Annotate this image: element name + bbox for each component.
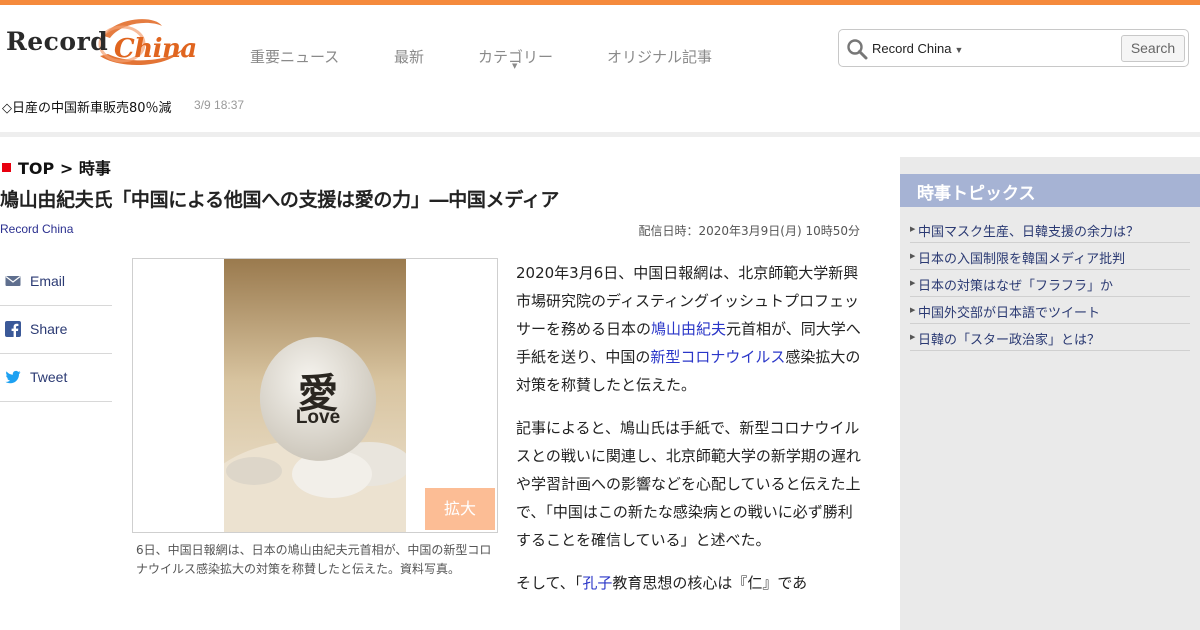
bullet-arrow-icon: ▶: [910, 333, 916, 341]
topic-item[interactable]: ▶ 中国外交部が日本語でツイート: [910, 298, 1190, 324]
header-divider: [0, 132, 1200, 137]
breadcrumb-top[interactable]: TOP: [18, 159, 54, 178]
ticker-headline[interactable]: ◇日産の中国新車販売80％減: [2, 97, 172, 116]
article-paragraph: 2020年3月6日、中国日報網は、北京師範大学新興市場研究院のディスティングイッ…: [516, 259, 862, 399]
share-panel: Email Share Tweet: [0, 258, 112, 402]
article-title: 鳩山由紀夫氏「中国による他国への支援は愛の力」―中国メディア: [0, 189, 560, 211]
sidebar: 時事トピックス ▶ 中国マスク生産、日韓支援の余力は？ ▶ 日本の入国制限を韓国メデ…: [900, 157, 1200, 630]
article-body: 2020年3月6日、中国日報網は、北京師範大学新興市場研究院のディスティングイッ…: [516, 259, 862, 612]
breadcrumb-separator: >: [59, 159, 74, 178]
article-paragraph: 記事によると、鳩山氏は手紙で、新型コロナウイルスとの戦いに関連し、北京師範大学の…: [516, 419, 861, 549]
topic-label: 中国外交部が日本語でツイート: [918, 306, 1101, 321]
share-facebook-label: Share: [30, 321, 68, 337]
link-coronavirus[interactable]: 新型コロナウイルス: [650, 348, 785, 366]
nav-latest[interactable]: 最新: [394, 46, 424, 67]
article-paragraph: そして、「孔子教育思想の核心は『仁』であ: [516, 569, 862, 597]
bullet-arrow-icon: ▶: [910, 306, 916, 314]
article-source-link[interactable]: Record China: [0, 222, 73, 236]
search-scope-label: Record China: [872, 41, 952, 56]
share-twitter-label: Tweet: [30, 369, 68, 385]
mail-icon: [5, 276, 21, 286]
bullet-arrow-icon: ▶: [910, 225, 916, 233]
topic-list: ▶ 中国マスク生産、日韓支援の余力は？ ▶ 日本の入国制限を韓国メディア批判 ▶ 日本…: [910, 217, 1190, 352]
topic-label: 日本の対策はなぜ「フラフラ」か: [918, 279, 1114, 294]
search-icon: [847, 39, 868, 60]
search-button[interactable]: Search: [1121, 35, 1185, 62]
logo-swoosh-icon: [98, 19, 186, 66]
ticker-time: 3/9 18:37: [194, 98, 245, 112]
nav-important-news[interactable]: 重要ニュース: [250, 46, 339, 67]
bullet-arrow-icon: ▶: [910, 252, 916, 260]
topic-item[interactable]: ▶ 日本の対策はなぜ「フラフラ」か: [910, 271, 1190, 297]
search-scope-select[interactable]: Record China ▼: [872, 41, 963, 56]
sidebar-header: 時事トピックス: [900, 174, 1200, 207]
enlarge-button[interactable]: 拡大: [425, 488, 495, 530]
square-marker-icon: [2, 163, 11, 172]
paragraph-text: そして、「: [516, 574, 583, 592]
caret-down-icon: ▼: [954, 45, 964, 55]
breadcrumb: TOP > 時事: [2, 155, 111, 179]
topic-item[interactable]: ▶ 日本の入国制限を韓国メディア批判: [910, 244, 1190, 270]
chevron-down-icon: ▼: [512, 62, 518, 70]
top-accent-bar: [0, 0, 1200, 5]
topic-item[interactable]: ▶ 中国マスク生産、日韓支援の余力は？: [910, 217, 1190, 243]
topic-label: 日本の入国制限を韓国メディア批判: [918, 252, 1126, 267]
topic-label: 日韓の「スター政治家」とは？: [918, 333, 1101, 348]
topic-item[interactable]: ▶ 日韓の「スター政治家」とは？: [910, 325, 1190, 351]
facebook-icon: [5, 321, 21, 337]
bullet-arrow-icon: ▶: [910, 279, 916, 287]
article-published-date: 配信日時：2020年3月9日(月) 10時50分: [638, 224, 860, 238]
nav-original-articles[interactable]: オリジナル記事: [607, 46, 712, 67]
topic-label: 中国マスク生産、日韓支援の余力は？: [918, 225, 1140, 240]
link-confucius[interactable]: 孔子: [582, 574, 612, 592]
site-logo[interactable]: [4, 14, 188, 72]
love-stone-image: 愛 Love: [224, 259, 406, 532]
link-hatoyama[interactable]: 鳩山由紀夫: [651, 320, 726, 338]
share-email-button[interactable]: Email: [0, 258, 112, 306]
paragraph-text: 教育思想の核心は『仁』であ: [612, 574, 808, 592]
photo-love-word: Love: [295, 407, 341, 428]
sidebar-title: 時事トピックス: [917, 184, 1036, 204]
search-input[interactable]: [974, 36, 1118, 62]
share-facebook-button[interactable]: Share: [0, 306, 112, 354]
twitter-icon: [5, 370, 21, 384]
search-bar: Record China ▼ Search: [838, 29, 1189, 67]
share-email-label: Email: [30, 273, 66, 289]
article-photo[interactable]: 愛 Love 拡大: [132, 258, 498, 533]
nav-category[interactable]: カテゴリー ▼: [478, 46, 553, 70]
breadcrumb-current[interactable]: 時事: [79, 159, 111, 178]
photo-caption: 6日、中国日報網は、日本の鳩山由紀夫元首相が、中国の新型コロナウイルス感染拡大の…: [136, 543, 492, 576]
share-twitter-button[interactable]: Tweet: [0, 354, 112, 402]
